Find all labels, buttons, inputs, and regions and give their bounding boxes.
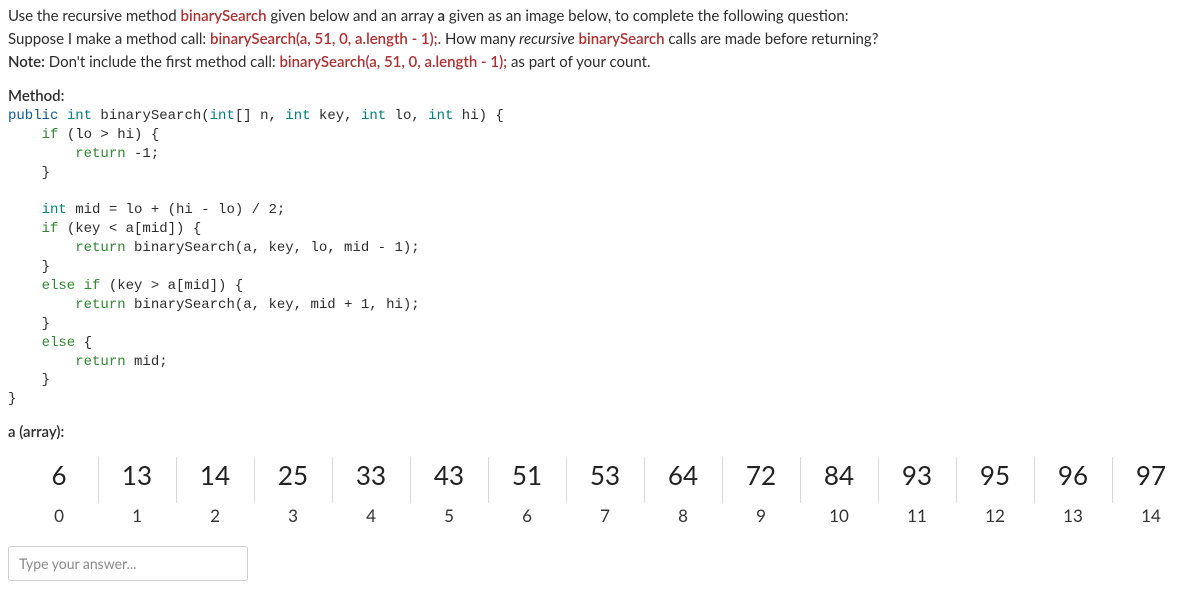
array-index: 3 xyxy=(254,499,332,530)
array-index: 10 xyxy=(800,499,878,530)
array-value: 43 xyxy=(410,451,488,499)
array-index: 7 xyxy=(566,499,644,530)
array-index: 13 xyxy=(1034,499,1112,530)
code-block: public int binarySearch(int[] n, int key… xyxy=(8,107,1192,409)
array-value: 93 xyxy=(878,451,956,499)
array-index: 11 xyxy=(878,499,956,530)
code-inline: binarySearch xyxy=(181,7,267,25)
array-value: 84 xyxy=(800,451,878,499)
array-index: 9 xyxy=(722,499,800,530)
text: Use the recursive method xyxy=(8,7,181,25)
array-index: 4 xyxy=(332,499,410,530)
array-value: 97 xyxy=(1112,451,1190,499)
array-value: 25 xyxy=(254,451,332,499)
array-value: 51 xyxy=(488,451,566,499)
text: as part of your count. xyxy=(507,53,650,71)
text-italic: recursive xyxy=(519,30,575,48)
array-value: 33 xyxy=(332,451,410,499)
array-value: 53 xyxy=(566,451,644,499)
text: calls are made before returning? xyxy=(665,30,879,48)
code-inline: binarySearch(a, 51, 0, a.length - 1); xyxy=(210,30,438,48)
array-value: 96 xyxy=(1034,451,1112,499)
array-index: 2 xyxy=(176,499,254,530)
array-indices-row: 0 1 2 3 4 5 6 7 8 9 10 11 12 13 14 xyxy=(20,499,1192,530)
answer-input[interactable] xyxy=(8,546,248,581)
array-visual: 6 13 14 25 33 43 51 53 64 72 84 93 95 96… xyxy=(8,451,1192,530)
array-index: 0 xyxy=(20,499,98,530)
array-index: 5 xyxy=(410,499,488,530)
code-inline: binarySearch(a, 51, 0, a.length - 1); xyxy=(279,53,507,71)
array-value: 64 xyxy=(644,451,722,499)
question-text: Use the recursive method binarySearch gi… xyxy=(8,6,1192,73)
text: . How many xyxy=(438,30,520,48)
text: given as an image below, to complete the… xyxy=(445,7,849,25)
method-label: Method: xyxy=(8,87,1192,105)
array-value: 95 xyxy=(956,451,1034,499)
text-bold: Note: xyxy=(8,53,45,71)
array-value: 14 xyxy=(176,451,254,499)
array-index: 1 xyxy=(98,499,176,530)
text-bold: a xyxy=(437,7,445,25)
text: Don't include the first method call: xyxy=(45,53,280,71)
array-index: 12 xyxy=(956,499,1034,530)
code-inline: binarySearch xyxy=(579,30,665,48)
array-value: 13 xyxy=(98,451,176,499)
text: given below and an array xyxy=(267,7,438,25)
array-values-row: 6 13 14 25 33 43 51 53 64 72 84 93 95 96… xyxy=(20,451,1192,499)
array-index: 14 xyxy=(1112,499,1190,530)
array-value: 6 xyxy=(20,451,98,499)
array-index: 8 xyxy=(644,499,722,530)
text: Suppose I make a method call: xyxy=(8,30,210,48)
array-label: a (array): xyxy=(8,423,1192,441)
array-index: 6 xyxy=(488,499,566,530)
array-value: 72 xyxy=(722,451,800,499)
